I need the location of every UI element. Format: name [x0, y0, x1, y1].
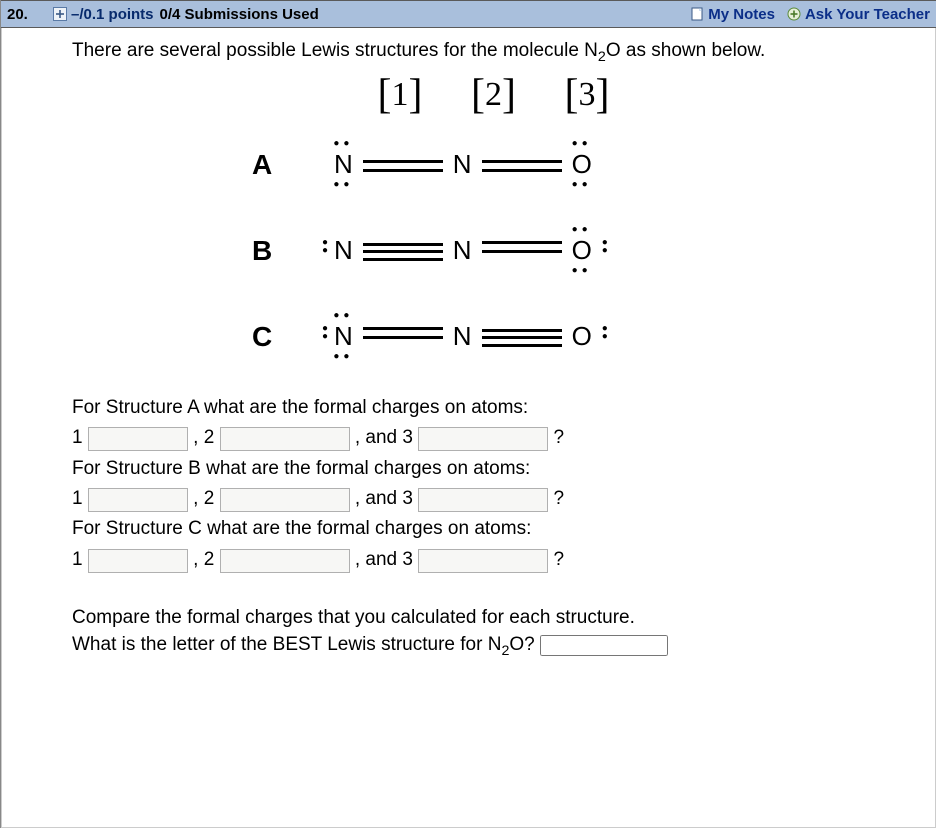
input-a3[interactable]	[418, 427, 548, 451]
my-notes-link[interactable]: My Notes	[690, 6, 775, 23]
question-container: 20. –/0.1 points 0/4 Submissions Used My…	[0, 0, 936, 828]
atom-n2: N	[451, 321, 474, 352]
plus-circle-icon	[787, 7, 801, 21]
input-b2[interactable]	[220, 488, 350, 512]
position-labels-row: [1] [2] [3]	[72, 71, 915, 119]
atom-o: ●● O ●● ●●	[570, 235, 594, 266]
structure-row-a: A ●● N ●● N ●● O ●●	[72, 149, 915, 181]
question-header: 20. –/0.1 points 0/4 Submissions Used My…	[1, 0, 936, 28]
prompt-b: For Structure B what are the formal char…	[72, 454, 915, 484]
input-b1[interactable]	[88, 488, 188, 512]
atom-n1: ●● N ●●	[332, 149, 355, 180]
my-notes-label: My Notes	[708, 6, 775, 23]
formal-charge-questions: For Structure A what are the formal char…	[72, 393, 915, 575]
structure-label-c: C	[252, 321, 302, 353]
input-a2[interactable]	[220, 427, 350, 451]
input-c3[interactable]	[418, 549, 548, 573]
triple-bond	[363, 241, 443, 261]
structure-row-c: C ●● ●● N ●● N O ●●	[72, 321, 915, 353]
double-bond	[363, 155, 443, 175]
double-bond	[482, 155, 562, 175]
ask-teacher-link[interactable]: Ask Your Teacher	[783, 6, 930, 23]
inputs-row-c: 1 , 2 , and 3 ?	[72, 545, 915, 575]
compare-line2: What is the letter of the BEST Lewis str…	[72, 632, 915, 662]
expand-icon[interactable]	[53, 7, 67, 21]
input-best-structure[interactable]	[540, 635, 668, 656]
intro-text: There are several possible Lewis structu…	[72, 40, 915, 65]
structure-label-b: B	[252, 235, 302, 267]
atom-n2: N	[451, 149, 474, 180]
triple-bond	[482, 327, 562, 347]
atom-n1: ●● ●● N ●●	[332, 321, 355, 352]
atom-o: O ●●	[570, 321, 594, 352]
prompt-a: For Structure A what are the formal char…	[72, 393, 915, 423]
input-a1[interactable]	[88, 427, 188, 451]
ask-teacher-label: Ask Your Teacher	[805, 6, 930, 23]
lewis-structure-b: ●● N N ●● O ●● ●●	[332, 235, 594, 266]
structure-label-a: A	[252, 149, 302, 181]
lewis-structure-c: ●● ●● N ●● N O ●●	[332, 321, 594, 352]
input-b3[interactable]	[418, 488, 548, 512]
atom-n2: N	[451, 235, 474, 266]
compare-line1: Compare the formal charges that you calc…	[72, 605, 915, 632]
compare-section: Compare the formal charges that you calc…	[72, 605, 915, 661]
single-bond	[482, 241, 562, 261]
prompt-c: For Structure C what are the formal char…	[72, 514, 915, 544]
question-number: 20.	[7, 6, 53, 23]
question-content: There are several possible Lewis structu…	[1, 28, 936, 828]
structure-row-b: B ●● N N ●● O ●● ●●	[72, 235, 915, 267]
atom-n1: ●● N	[332, 235, 355, 266]
submissions-text: 0/4 Submissions Used	[160, 6, 319, 23]
input-c2[interactable]	[220, 549, 350, 573]
lewis-structure-a: ●● N ●● N ●● O ●●	[332, 149, 594, 180]
single-bond	[363, 327, 443, 347]
points-text: –/0.1 points	[71, 6, 154, 23]
notes-icon	[690, 7, 704, 21]
input-c1[interactable]	[88, 549, 188, 573]
inputs-row-a: 1 , 2 , and 3 ?	[72, 423, 915, 453]
atom-o: ●● O ●●	[570, 149, 594, 180]
inputs-row-b: 1 , 2 , and 3 ?	[72, 484, 915, 514]
